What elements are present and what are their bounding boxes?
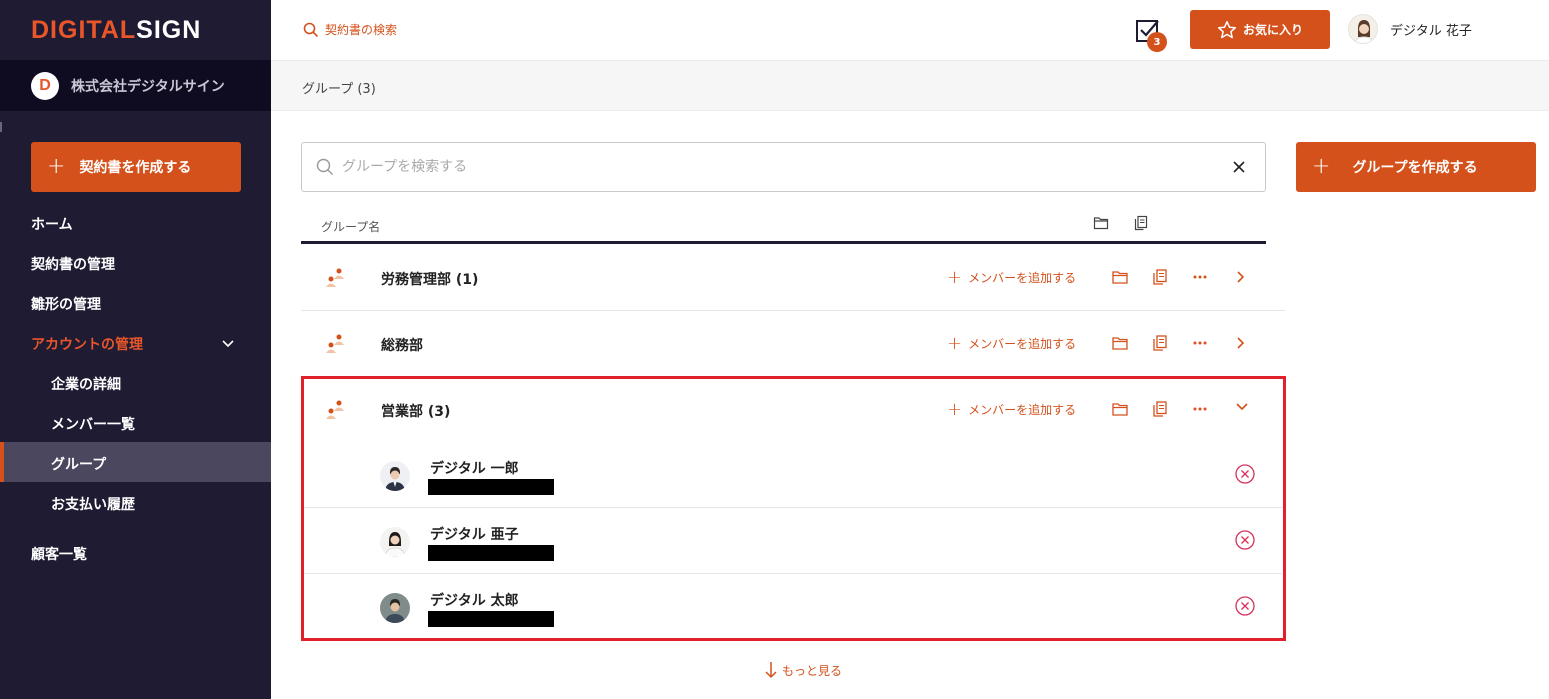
plus-icon: + — [947, 332, 963, 354]
sidebar-item-account[interactable]: アカウントの管理 — [31, 334, 143, 354]
logo[interactable]: DIGITAL SIGN — [0, 0, 271, 60]
top-header: 契約書の検索 3 お気に入り デジタル 花子 — [271, 0, 1549, 60]
arrow-down-icon — [765, 662, 777, 679]
sidebar-item-company-details[interactable]: 企業の詳細 — [51, 374, 121, 394]
sidebar-item-payments[interactable]: お支払い履歴 — [51, 494, 135, 514]
sidebar: DIGITAL SIGN D 株式会社デジタルサイン + 契約書を作成する ホーム… — [0, 0, 271, 699]
member-row: デジタル 太郎 — [304, 574, 1282, 640]
add-member-label: メンバーを追加する — [968, 271, 1077, 285]
sidebar-scroll-indicator — [0, 122, 2, 132]
sidebar-selected-highlight — [0, 442, 271, 482]
folder-icon[interactable] — [1111, 334, 1129, 352]
create-contract-label: 契約書を作成する — [79, 160, 192, 176]
user-name: デジタル 花子 — [1390, 23, 1472, 39]
page-title: グループ (3) — [302, 82, 376, 97]
redacted-email — [428, 545, 554, 561]
sidebar-item-customers[interactable]: 顧客一覧 — [31, 544, 87, 564]
group-name: 営業部 (3) — [381, 404, 451, 420]
more-options-icon[interactable] — [1191, 334, 1209, 352]
chevron-right-icon[interactable] — [1231, 334, 1249, 352]
group-search-box — [301, 142, 1266, 192]
copy-document-icon — [1134, 215, 1148, 231]
copy-document-icon[interactable] — [1151, 268, 1169, 286]
add-member-label: メンバーを追加する — [968, 403, 1077, 417]
search-icon — [316, 158, 333, 175]
chevron-down-icon[interactable] — [222, 337, 234, 349]
copy-document-icon[interactable] — [1151, 400, 1169, 418]
plus-icon: + — [947, 266, 963, 288]
sidebar-item-home[interactable]: ホーム — [31, 214, 73, 234]
sidebar-item-contracts[interactable]: 契約書の管理 — [31, 254, 115, 274]
close-icon[interactable] — [1231, 159, 1247, 175]
add-member-button[interactable]: + メンバーを追加する — [947, 266, 1077, 288]
create-contract-button[interactable]: + 契約書を作成する — [31, 142, 241, 192]
remove-member-icon[interactable] — [1234, 595, 1256, 617]
sidebar-item-members[interactable]: メンバー一覧 — [51, 414, 135, 434]
create-group-label: グループを作成する — [1352, 160, 1478, 176]
task-count-badge: 3 — [1147, 32, 1167, 52]
plus-icon: + — [1312, 154, 1331, 179]
member-name: デジタル 一郎 — [430, 461, 519, 477]
company-name: 株式会社デジタルサイン — [71, 78, 225, 95]
table-row-expanded[interactable]: 営業部 (3) + メンバーを追加する — [301, 377, 1285, 443]
folder-icon[interactable] — [1111, 268, 1129, 286]
sidebar-item-templates[interactable]: 雛形の管理 — [31, 294, 101, 314]
table-row[interactable]: 労務管理部 (1) + メンバーを追加する — [301, 245, 1285, 311]
more-options-icon[interactable] — [1191, 400, 1209, 418]
redacted-email — [428, 611, 554, 627]
member-row: デジタル 亜子 — [304, 508, 1282, 574]
contract-search-label: 契約書の検索 — [325, 23, 398, 37]
table-row[interactable]: 総務部 + メンバーを追加する — [301, 311, 1285, 377]
user-menu[interactable]: デジタル 花子 — [1348, 14, 1472, 44]
member-name: デジタル 太郎 — [430, 593, 519, 609]
contract-search-link[interactable]: 契約書の検索 — [303, 21, 397, 38]
avatar — [1348, 14, 1378, 44]
search-icon — [303, 22, 319, 37]
avatar — [380, 527, 410, 557]
group-icon — [326, 268, 344, 287]
add-member-label: メンバーを追加する — [968, 337, 1077, 351]
copy-document-icon[interactable] — [1151, 334, 1169, 352]
folder-icon[interactable] — [1111, 400, 1129, 418]
plus-icon: + — [47, 154, 66, 179]
avatar — [380, 593, 410, 623]
more-options-icon[interactable] — [1191, 268, 1209, 286]
breadcrumb: グループ (3) — [271, 60, 1549, 111]
logo-part-digital: DIGITAL — [31, 15, 137, 44]
avatar — [380, 461, 410, 491]
group-icon — [326, 334, 344, 353]
group-name: 労務管理部 (1) — [381, 272, 479, 288]
column-group-name: グループ名 — [321, 220, 381, 234]
add-member-button[interactable]: + メンバーを追加する — [947, 332, 1077, 354]
favorites-button[interactable]: お気に入り — [1190, 10, 1330, 49]
remove-member-icon[interactable] — [1234, 529, 1256, 551]
chevron-right-icon[interactable] — [1231, 268, 1249, 286]
redacted-email — [428, 479, 554, 495]
show-more-label: もっと見る — [782, 663, 843, 678]
plus-icon: + — [947, 398, 963, 420]
company-switcher[interactable]: D 株式会社デジタルサイン — [0, 60, 271, 111]
company-badge: D — [31, 71, 59, 100]
folder-icon — [1093, 217, 1109, 230]
show-more-button[interactable]: もっと見る — [764, 661, 842, 679]
chevron-down-icon[interactable] — [1233, 397, 1251, 415]
table-header: グループ名 — [301, 206, 1266, 244]
remove-member-icon[interactable] — [1234, 463, 1256, 485]
create-group-button[interactable]: + グループを作成する — [1296, 142, 1536, 192]
add-member-button[interactable]: + メンバーを追加する — [947, 398, 1077, 420]
favorites-label: お気に入り — [1242, 23, 1303, 37]
group-icon — [326, 400, 344, 419]
star-icon — [1217, 20, 1237, 38]
member-row: デジタル 一郎 — [304, 442, 1282, 508]
group-search-input[interactable] — [342, 159, 1202, 175]
group-name: 総務部 — [381, 338, 423, 354]
logo-part-sign: SIGN — [136, 15, 202, 44]
sidebar-item-groups[interactable]: グループ — [51, 454, 106, 474]
member-name: デジタル 亜子 — [430, 527, 519, 543]
